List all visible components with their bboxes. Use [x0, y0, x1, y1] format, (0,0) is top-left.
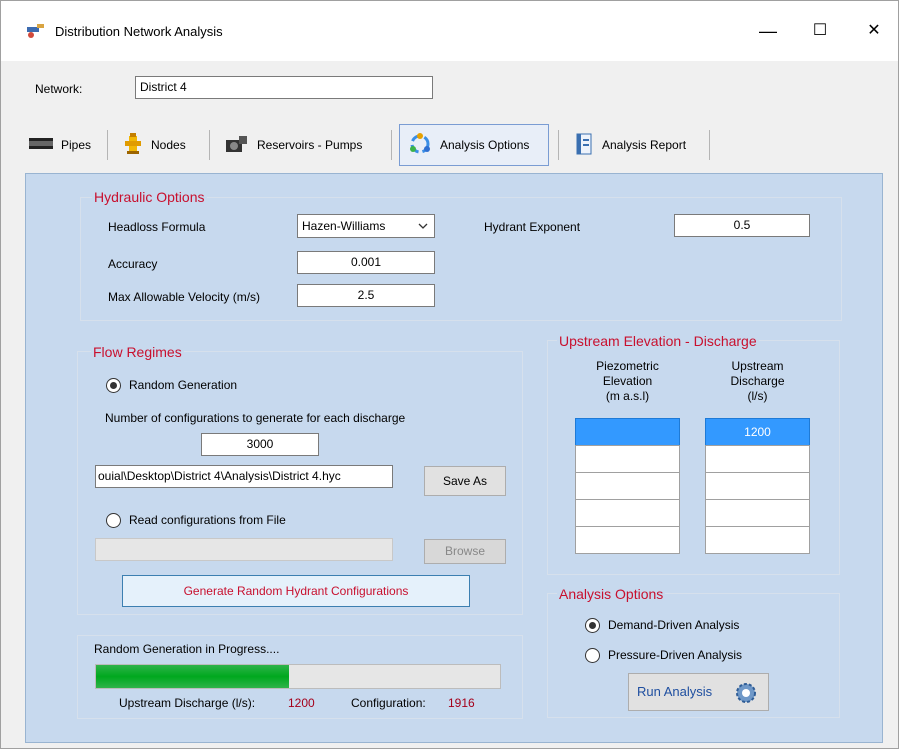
hydrant-icon: [123, 132, 143, 158]
tab-reservoirs-pumps-label: Reservoirs - Pumps: [257, 138, 363, 152]
elevation-cell[interactable]: [575, 499, 680, 527]
app-icon: [25, 19, 47, 41]
tab-analysis-report[interactable]: Analysis Report: [566, 124, 694, 166]
discharge-header-line1: Upstream: [731, 359, 784, 373]
config-file-input[interactable]: [95, 538, 393, 561]
demand-driven-radio[interactable]: [585, 618, 600, 633]
num-configs-input[interactable]: 3000: [201, 433, 319, 456]
minimize-button[interactable]: —: [745, 15, 791, 47]
window-title: Distribution Network Analysis: [55, 24, 223, 39]
upstream-elevation-title: Upstream Elevation - Discharge: [557, 333, 759, 349]
title-bar: Distribution Network Analysis — ☐ ✕: [1, 1, 898, 61]
network-label: Network:: [35, 82, 83, 96]
tab-divider: [209, 130, 210, 160]
discharge-column-header: Upstream Discharge (l/s): [705, 359, 810, 404]
accuracy-input[interactable]: 0.001: [297, 251, 435, 274]
report-icon: [574, 133, 594, 158]
tab-analysis-report-label: Analysis Report: [602, 138, 687, 152]
num-configs-label: Number of configurations to generate for…: [105, 411, 406, 425]
tab-analysis-options-label: Analysis Options: [440, 138, 530, 152]
elevation-header-line2: Elevation: [602, 374, 653, 388]
tab-reservoirs-pumps[interactable]: Reservoirs - Pumps: [217, 124, 370, 166]
generation-progress-bar: [95, 664, 501, 689]
discharge-cell[interactable]: [705, 472, 810, 500]
pressure-driven-label[interactable]: Pressure-Driven Analysis: [608, 648, 742, 662]
headloss-value: Hazen-Williams: [302, 219, 386, 233]
progress-fill: [96, 665, 289, 688]
run-analysis-label: Run Analysis: [637, 684, 713, 699]
save-as-button[interactable]: Save As: [424, 466, 506, 496]
pipe-icon: [29, 137, 53, 154]
velocity-input[interactable]: 2.5: [297, 284, 435, 307]
tab-analysis-options[interactable]: Analysis Options: [399, 124, 549, 166]
discharge-cell[interactable]: [705, 499, 810, 527]
upstream-discharge-label: Upstream Discharge (l/s):: [119, 696, 256, 710]
hydraulic-options-title: Hydraulic Options: [92, 189, 207, 205]
browse-button[interactable]: Browse: [424, 539, 506, 564]
tab-pipes[interactable]: Pipes: [21, 124, 99, 166]
pressure-driven-radio[interactable]: [585, 648, 600, 663]
tab-divider: [709, 130, 710, 160]
analysis-options-title: Analysis Options: [557, 586, 666, 602]
configuration-label: Configuration:: [351, 696, 426, 710]
output-path-input[interactable]: ouial\Desktop\District 4\Analysis\Distri…: [95, 465, 393, 488]
headloss-select[interactable]: Hazen-Williams: [297, 214, 435, 238]
pump-icon: [225, 134, 249, 157]
network-input[interactable]: District 4: [135, 76, 433, 99]
elevation-cell[interactable]: [575, 418, 680, 446]
progress-title: Random Generation in Progress....: [94, 642, 280, 656]
generate-configurations-button[interactable]: Generate Random Hydrant Configurations: [122, 575, 470, 607]
gear-icon: [734, 681, 758, 719]
tab-divider: [558, 130, 559, 160]
tab-pipes-label: Pipes: [61, 138, 92, 152]
chevron-down-icon: [418, 215, 428, 244]
tab-nodes[interactable]: Nodes: [115, 124, 194, 166]
headloss-label: Headloss Formula: [108, 220, 206, 234]
elevation-cell[interactable]: [575, 472, 680, 500]
read-from-file-radio[interactable]: [106, 513, 121, 528]
demand-driven-label[interactable]: Demand-Driven Analysis: [608, 618, 739, 632]
tab-nodes-label: Nodes: [151, 138, 186, 152]
close-button[interactable]: ✕: [851, 15, 897, 47]
discharge-cell[interactable]: [705, 526, 810, 554]
elevation-column-header: Piezometric Elevation (m a.s.l): [575, 359, 680, 404]
flow-regimes-title: Flow Regimes: [91, 344, 184, 360]
read-from-file-label[interactable]: Read configurations from File: [129, 513, 286, 527]
upstream-discharge-value: 1200: [288, 696, 315, 710]
elevation-cell[interactable]: [575, 445, 680, 473]
discharge-header-line3: (l/s): [747, 389, 768, 403]
analysis-options-icon: [408, 132, 432, 159]
discharge-cell[interactable]: 1200: [705, 418, 810, 446]
random-generation-label[interactable]: Random Generation: [129, 378, 237, 392]
elevation-cell[interactable]: [575, 526, 680, 554]
maximize-button[interactable]: ☐: [797, 15, 843, 47]
velocity-label: Max Allowable Velocity (m/s): [108, 290, 261, 304]
configuration-value: 1916: [448, 696, 475, 710]
hydrant-exponent-input[interactable]: 0.5: [674, 214, 810, 237]
discharge-cell[interactable]: [705, 445, 810, 473]
accuracy-label: Accuracy: [108, 257, 158, 271]
hydrant-exponent-label: Hydrant Exponent: [484, 220, 581, 234]
app-window: Distribution Network Analysis — ☐ ✕ Netw…: [0, 0, 899, 749]
tab-divider: [391, 130, 392, 160]
elevation-header-line3: (m a.s.l): [605, 389, 650, 403]
elevation-header-line1: Piezometric: [596, 359, 659, 373]
run-analysis-button[interactable]: Run Analysis: [628, 673, 769, 711]
random-generation-radio[interactable]: [106, 378, 121, 393]
tab-divider: [107, 130, 108, 160]
discharge-header-line2: Discharge: [730, 374, 785, 388]
